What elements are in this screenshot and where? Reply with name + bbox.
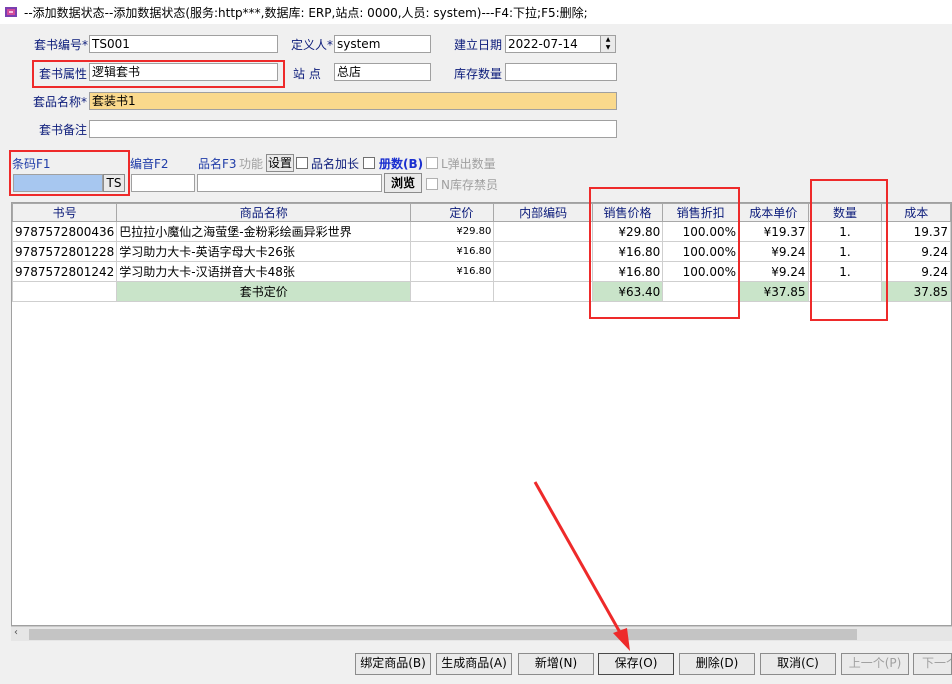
save-button[interactable]: 保存(O) xyxy=(598,653,674,675)
summary-empty xyxy=(12,281,118,302)
browse-button[interactable]: 浏览 xyxy=(384,173,422,193)
spinner-down-icon[interactable]: ▼ xyxy=(601,44,615,52)
window-titlebar: --添加数据状态--添加数据状态(服务:http***,数据库: ERP,站点:… xyxy=(0,0,952,24)
set-code-label: 套书编号* xyxy=(34,38,89,52)
col-header-cost[interactable]: 成本 xyxy=(881,203,951,222)
delete-button[interactable]: 删除(D) xyxy=(679,653,755,675)
cell-cost[interactable]: 9.24 xyxy=(881,261,951,282)
popup-qty-label: L弹出数量 xyxy=(441,157,496,171)
col-header-unit-cost[interactable]: 成本单价 xyxy=(738,203,809,222)
cell-name[interactable]: 学习助力大卡-汉语拼音大卡48张 xyxy=(116,261,412,282)
cell-name[interactable]: 巴拉拉小魔仙之海萤堡-金粉彩绘画异彩世界 xyxy=(116,221,412,242)
definer-label: 定义人* xyxy=(291,38,334,52)
window-title: --添加数据状态--添加数据状态(服务:http***,数据库: ERP,站点:… xyxy=(24,5,588,20)
qty-highlight xyxy=(810,179,888,321)
cell-list-price[interactable]: ¥16.80 xyxy=(410,261,495,282)
bind-product-button[interactable]: 绑定商品(B) xyxy=(355,653,431,675)
volume-label: 册数(B) xyxy=(379,157,424,171)
cell-internal-code[interactable] xyxy=(493,261,593,282)
add-button[interactable]: 新增(N) xyxy=(518,653,594,675)
col-header-internal-code[interactable]: 内部编码 xyxy=(493,203,593,222)
generate-product-button[interactable]: 生成商品(A) xyxy=(436,653,512,675)
phonetic-label: 编音F2 xyxy=(130,157,169,171)
next-button[interactable]: 下一个 xyxy=(913,653,952,675)
name-extend-checkbox[interactable] xyxy=(296,157,308,169)
create-date-label: 建立日期 xyxy=(454,38,503,52)
set-code-input[interactable]: TS001 xyxy=(89,35,278,53)
col-header-isbn[interactable]: 书号 xyxy=(12,203,118,222)
scroll-left-icon[interactable]: ‹ xyxy=(14,627,18,638)
site-label: 站 点 xyxy=(293,67,321,81)
summary-unit-cost-total: ¥37.85 xyxy=(738,281,809,302)
barcode-input[interactable] xyxy=(13,174,103,192)
remark-input[interactable] xyxy=(89,120,617,138)
summary-label: 套书定价 xyxy=(116,281,412,302)
site-input[interactable]: 总店 xyxy=(334,63,431,81)
stock-qty-input[interactable] xyxy=(505,63,617,81)
spinner-up-icon[interactable]: ▲ xyxy=(601,36,615,44)
cell-name[interactable]: 学习助力大卡-英语字母大卡26张 xyxy=(116,241,412,262)
create-date-input[interactable]: 2022-07-14 xyxy=(505,35,601,53)
popup-qty-checkbox[interactable] xyxy=(426,157,438,169)
volume-checkbox[interactable] xyxy=(363,157,375,169)
cell-internal-code[interactable] xyxy=(493,241,593,262)
phonetic-input[interactable] xyxy=(131,174,195,192)
cell-unit-cost[interactable]: ¥9.24 xyxy=(738,241,809,262)
name-extend-label: 品名加长 xyxy=(311,157,360,171)
cell-isbn[interactable]: 9787572801228 xyxy=(12,241,118,262)
stock-qty-label: 库存数量 xyxy=(454,67,503,81)
name-search-label: 品名F3 xyxy=(198,157,237,171)
ts-button[interactable]: TS xyxy=(103,174,125,192)
settings-button[interactable]: 设置 xyxy=(266,154,294,172)
cancel-button[interactable]: 取消(C) xyxy=(760,653,836,675)
cell-list-price[interactable]: ¥29.80 xyxy=(410,221,495,242)
summary-cost-total: 37.85 xyxy=(881,281,951,302)
prev-button[interactable]: 上一个(P) xyxy=(841,653,909,675)
set-attr-label: 套书属性 xyxy=(39,67,88,81)
function-label: 功能 xyxy=(239,157,264,171)
summary-empty xyxy=(410,281,495,302)
date-spinner[interactable]: ▲ ▼ xyxy=(600,35,616,53)
summary-empty xyxy=(493,281,593,302)
remark-label: 套书备注 xyxy=(39,123,88,137)
barcode-label: 条码F1 xyxy=(12,157,51,171)
product-name-label: 套品名称* xyxy=(33,95,88,109)
col-header-list-price[interactable]: 定价 xyxy=(410,203,495,222)
scroll-thumb[interactable] xyxy=(29,629,857,640)
no-stock-checkbox[interactable] xyxy=(426,178,438,190)
cell-cost[interactable]: 9.24 xyxy=(881,241,951,262)
definer-input[interactable]: system xyxy=(334,35,431,53)
grid-hscrollbar[interactable]: ‹ xyxy=(11,626,952,641)
product-name-input[interactable]: 套装书1 xyxy=(89,92,617,110)
cell-internal-code[interactable] xyxy=(493,221,593,242)
cell-unit-cost[interactable]: ¥9.24 xyxy=(738,261,809,282)
cell-isbn[interactable]: 9787572800436 xyxy=(12,221,118,242)
price-discount-highlight xyxy=(589,187,740,319)
cell-list-price[interactable]: ¥16.80 xyxy=(410,241,495,262)
cell-cost[interactable]: 19.37 xyxy=(881,221,951,242)
cell-isbn[interactable]: 9787572801242 xyxy=(12,261,118,282)
col-header-name[interactable]: 商品名称 xyxy=(116,203,412,222)
name-search-input[interactable] xyxy=(197,174,382,192)
app-icon xyxy=(5,7,17,17)
set-attr-input[interactable]: 逻辑套书 xyxy=(89,63,278,81)
cell-unit-cost[interactable]: ¥19.37 xyxy=(738,221,809,242)
no-stock-label: N库存禁员 xyxy=(441,178,498,192)
